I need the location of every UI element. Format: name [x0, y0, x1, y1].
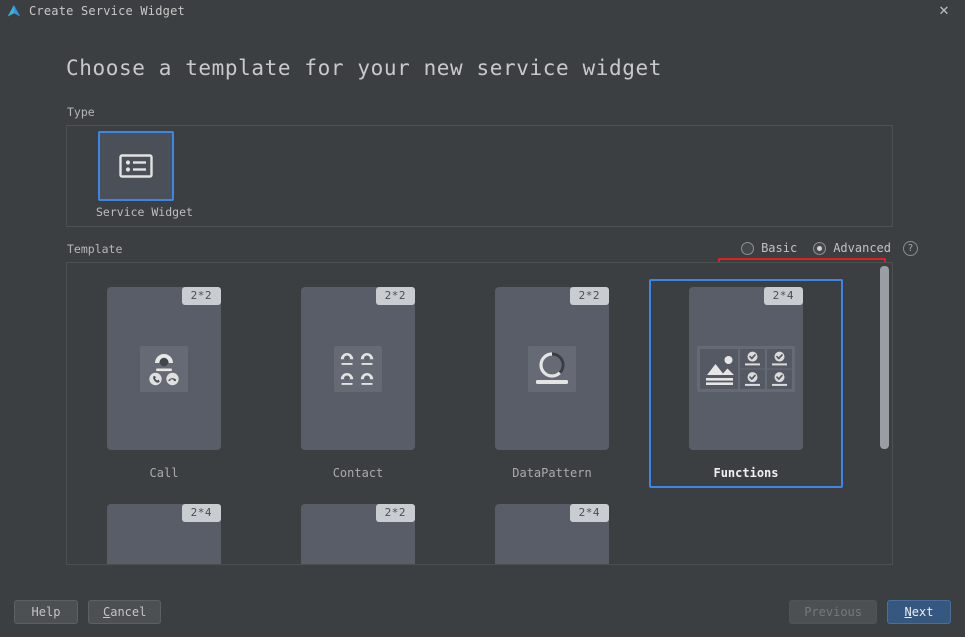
- question-mark-icon[interactable]: ?: [903, 241, 918, 256]
- previous-button-label: Previous: [804, 605, 862, 619]
- radio-advanced[interactable]: Advanced: [813, 241, 891, 255]
- template-thumbnail: 2*4: [495, 504, 609, 564]
- template-mode-radio-group: Basic Advanced: [741, 237, 891, 259]
- template-card-label: Call: [149, 466, 179, 480]
- template-card-label: Contact: [332, 466, 384, 480]
- close-icon[interactable]: ✕: [931, 2, 957, 20]
- template-thumbnail: 2*2: [107, 287, 221, 450]
- dialog-footer: Help Cancel Previous Next: [0, 587, 965, 637]
- contacts-grid-icon: [334, 345, 382, 392]
- next-button-label: ext: [911, 605, 934, 619]
- template-thumbnail: 2*4: [689, 287, 803, 450]
- cancel-mnemonic: C: [103, 605, 111, 619]
- cancel-button[interactable]: Cancel: [88, 600, 162, 624]
- type-section-label: Type: [67, 105, 95, 119]
- next-mnemonic: N: [904, 605, 912, 619]
- android-studio-logo-icon: [6, 3, 22, 19]
- image-and-checks-icon: [697, 345, 795, 392]
- type-thumbnail: [98, 131, 174, 201]
- size-badge: 2*4: [569, 504, 609, 522]
- template-panel: 2*2 Call 2*2 Contact 2*2 DataPattern 2*4…: [66, 262, 893, 565]
- template-card-functions[interactable]: 2*4 Functions: [649, 279, 843, 488]
- template-card-call[interactable]: 2*2 Call: [67, 279, 261, 488]
- help-button[interactable]: Help: [14, 600, 78, 624]
- template-card-label: DataPattern: [512, 466, 592, 480]
- call-avatar-icon: [140, 345, 188, 392]
- type-item-label: Service Widget: [96, 205, 193, 219]
- radio-basic-label: Basic: [761, 241, 798, 255]
- next-button[interactable]: Next: [887, 600, 951, 624]
- dialog-content: Choose a template for your new service w…: [0, 22, 965, 587]
- type-item-service-widget[interactable]: Service Widget: [96, 131, 193, 219]
- size-badge: 2*2: [181, 287, 221, 305]
- page-title: Choose a template for your new service w…: [66, 56, 662, 80]
- size-badge: 2*4: [763, 287, 803, 305]
- footer-right-buttons: Previous Next: [789, 600, 951, 624]
- template-card-row2-1[interactable]: 2*4: [67, 496, 261, 564]
- size-badge: 2*2: [375, 504, 415, 522]
- template-thumbnail: 2*2: [301, 287, 415, 450]
- type-panel: Service Widget: [66, 125, 893, 227]
- size-badge: 2*2: [569, 287, 609, 305]
- radio-advanced-label: Advanced: [833, 241, 891, 255]
- template-card-contact[interactable]: 2*2 Contact: [261, 279, 455, 488]
- radio-basic-dot: [741, 241, 755, 255]
- list-widget-icon: [119, 152, 153, 180]
- size-badge: 2*2: [375, 287, 415, 305]
- template-card-row2-3[interactable]: 2*4: [455, 496, 649, 564]
- template-card-row2-2[interactable]: 2*2: [261, 496, 455, 564]
- radio-basic[interactable]: Basic: [741, 241, 797, 255]
- template-thumbnail: 2*2: [301, 504, 415, 564]
- cancel-button-label: ancel: [110, 605, 147, 619]
- previous-button[interactable]: Previous: [789, 600, 877, 624]
- template-grid: 2*2 Call 2*2 Contact 2*2 DataPattern 2*4…: [67, 263, 877, 564]
- help-button-label: Help: [31, 605, 61, 619]
- radio-advanced-dot: [813, 241, 827, 255]
- template-thumbnail: 2*4: [107, 504, 221, 564]
- template-scrollbar-thumb[interactable]: [880, 266, 889, 449]
- progress-ring-icon: [528, 345, 576, 392]
- window-title-bar: Create Service Widget ✕: [0, 0, 965, 22]
- window-title: Create Service Widget: [29, 4, 185, 18]
- template-card-datapattern[interactable]: 2*2 DataPattern: [455, 279, 649, 488]
- size-badge: 2*4: [181, 504, 221, 522]
- template-section-label: Template: [67, 242, 123, 256]
- template-card-label: Functions: [713, 466, 779, 480]
- template-thumbnail: 2*2: [495, 287, 609, 450]
